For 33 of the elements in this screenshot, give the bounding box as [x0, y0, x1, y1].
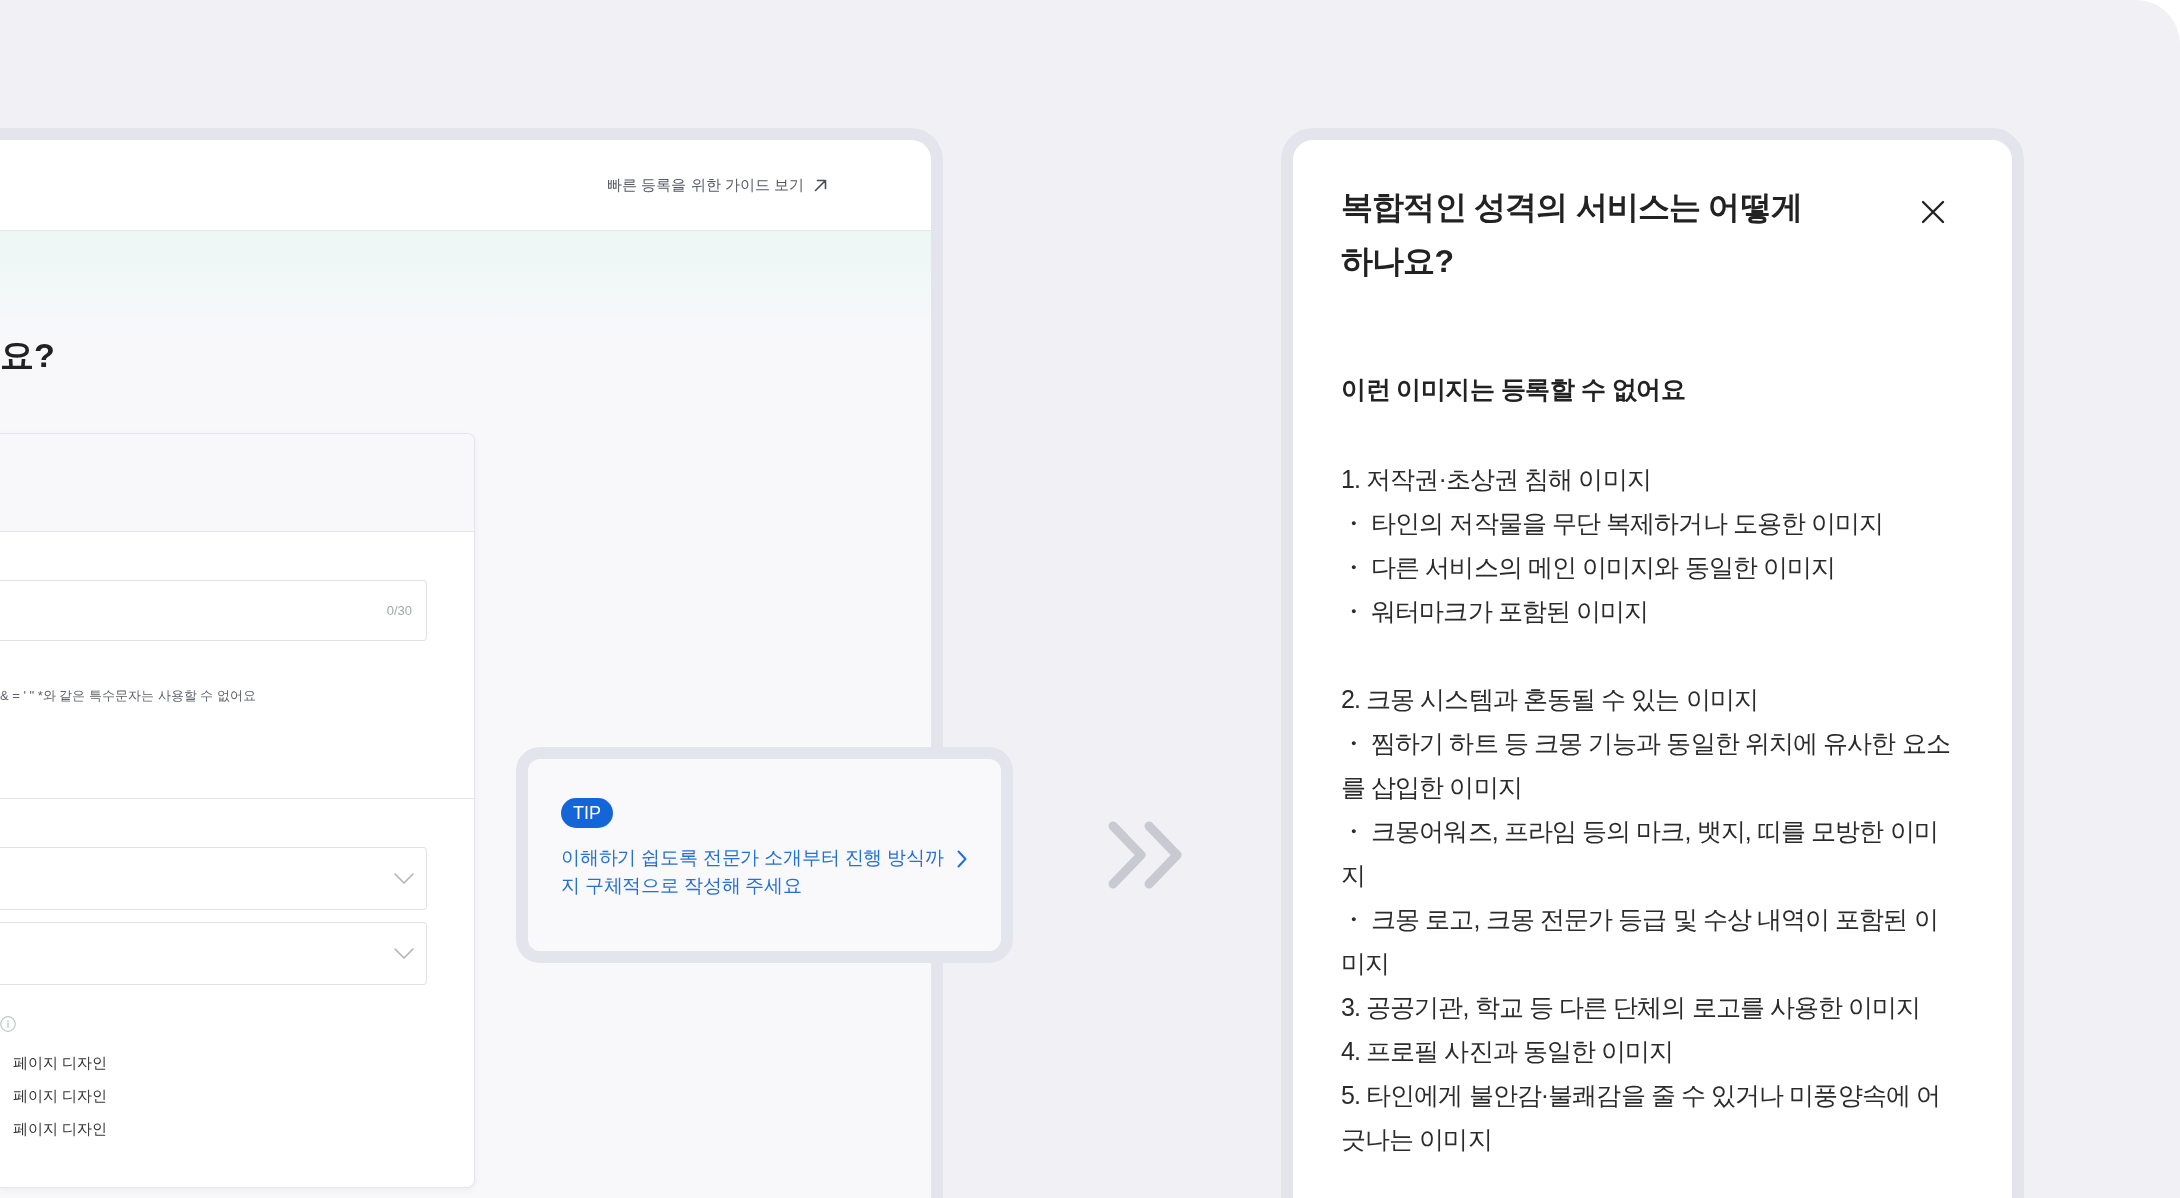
example-item: 페이지 디자인: [13, 1119, 108, 1139]
tip-card[interactable]: TIP 이해하기 쉽도록 전문가 소개부터 진행 방식까지 구체적으로 작성해 주세요: [516, 747, 1013, 963]
guide-link[interactable]: 빠른 등록을 위한 가이드 보기: [607, 175, 827, 195]
help-line: ・ 다른 서비스의 메인 이미지와 동일한 이미지: [1341, 552, 1837, 583]
help-line: 4. 프로필 사진과 동일한 이미지: [1341, 1036, 1675, 1067]
close-button[interactable]: [1921, 200, 1945, 224]
select-field[interactable]: [0, 922, 427, 985]
close-icon: [1921, 200, 1945, 224]
example-item: 페이지 디자인: [13, 1053, 108, 1073]
help-line: 1. 저작권·초상권 침해 이미지: [1341, 464, 1652, 495]
help-line: 5. 타인에게 불안감·불쾌감을 줄 수 있거나 미풍양속에 어긋나는 이미지: [1341, 1080, 1941, 1155]
example-item: 페이지 디자인: [13, 1086, 108, 1106]
arrow-up-right-icon: [814, 178, 827, 192]
info-icon: [0, 1016, 16, 1032]
chevron-down-icon: [394, 873, 414, 884]
page-heading: 요?: [0, 335, 55, 375]
help-line: ・ 크몽어워즈, 프라임 등의 마크, 뱃지, 띠를 모방한 이미지: [1341, 816, 1939, 891]
chevron-down-icon: [394, 948, 414, 959]
help-line: ・ 찜하기 하트 등 크몽 기능과 동일한 위치에 유사한 요소를 삽입한 이미지: [1341, 728, 1951, 803]
helper-text: & = ' " *와 같은 특수문자는 사용할 수 없어요: [0, 687, 256, 705]
chevron-right-icon: [957, 850, 967, 868]
tip-badge: TIP: [561, 798, 613, 828]
help-subtitle: 이런 이미지는 등록할 수 없어요: [1341, 374, 1687, 405]
help-line: ・ 크몽 로고, 크몽 전문가 등급 및 수상 내역이 포함된 이미지: [1341, 904, 1939, 979]
help-line: ・ 워터마크가 포함된 이미지: [1341, 596, 1650, 627]
double-chevron-icon: [1108, 821, 1183, 889]
help-line: 2. 크몽 시스템과 혼동될 수 있는 이미지: [1341, 684, 1759, 715]
tip-text: 이해하기 쉽도록 전문가 소개부터 진행 방식까지 구체적으로 작성해 주세요: [561, 846, 945, 898]
help-title: 복합적인 성격의 서비스는 어떻게 하나요?: [1341, 188, 1804, 281]
character-counter: 0/30: [386, 603, 412, 618]
help-line: ・ 타인의 저작물을 무단 복제하거나 도용한 이미지: [1341, 508, 1885, 539]
select-field[interactable]: [0, 847, 427, 910]
help-line: 3. 공공기관, 학교 등 다른 단체의 로고를 사용한 이미지: [1341, 992, 1922, 1023]
